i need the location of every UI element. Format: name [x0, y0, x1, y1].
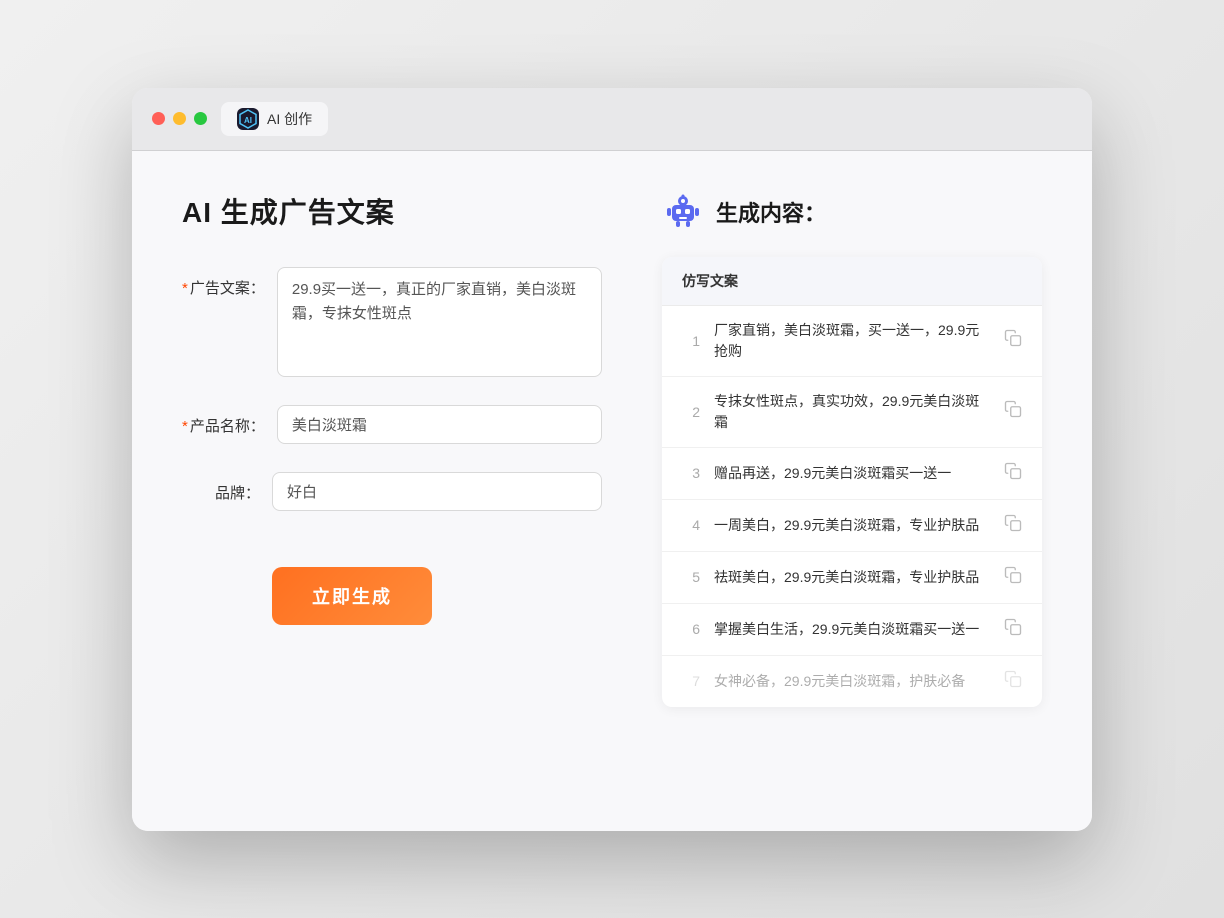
close-button[interactable]	[152, 112, 165, 125]
result-row: 4 一周美白，29.9元美白淡斑霜，专业护肤品	[662, 500, 1042, 552]
result-header: 生成内容：	[662, 191, 1042, 233]
row-number: 5	[682, 569, 700, 585]
row-text: 赠品再送，29.9元美白淡斑霜买一送一	[714, 463, 990, 484]
svg-text:AI: AI	[244, 116, 252, 125]
left-panel: AI 生成广告文案 *广告文案： *产品名称： 品	[182, 191, 602, 707]
product-group: *产品名称：	[182, 405, 602, 444]
copy-icon[interactable]	[1004, 670, 1022, 693]
browser-titlebar: AI AI 创作	[132, 88, 1092, 151]
copy-icon[interactable]	[1004, 566, 1022, 589]
result-row: 7 女神必备，29.9元美白淡斑霜，护肤必备	[662, 656, 1042, 707]
ai-tab-icon: AI	[237, 108, 259, 130]
generate-button[interactable]: 立即生成	[272, 567, 432, 625]
brand-group: 品牌：	[182, 472, 602, 511]
row-text: 女神必备，29.9元美白淡斑霜，护肤必备	[714, 671, 990, 692]
ad-copy-label: *广告文案：	[182, 267, 277, 298]
row-number: 1	[682, 333, 700, 349]
copy-icon[interactable]	[1004, 462, 1022, 485]
tab-label: AI 创作	[267, 109, 312, 129]
copy-icon[interactable]	[1004, 618, 1022, 641]
row-number: 7	[682, 673, 700, 689]
ad-copy-group: *广告文案：	[182, 267, 602, 377]
page-title: AI 生成广告文案	[182, 191, 602, 231]
traffic-lights	[152, 112, 207, 125]
maximize-button[interactable]	[194, 112, 207, 125]
ai-icon-svg: AI	[237, 108, 259, 130]
ai-tab[interactable]: AI AI 创作	[221, 102, 328, 136]
copy-icon[interactable]	[1004, 400, 1022, 423]
browser-window: AI AI 创作 AI 生成广告文案 *广告文案：	[132, 88, 1092, 831]
row-text: 祛斑美白，29.9元美白淡斑霜，专业护肤品	[714, 567, 990, 588]
robot-icon	[662, 191, 704, 233]
result-row: 1 厂家直销，美白淡斑霜，买一送一，29.9元抢购	[662, 306, 1042, 377]
product-required: *	[182, 418, 188, 435]
row-number: 4	[682, 517, 700, 533]
copy-icon[interactable]	[1004, 514, 1022, 537]
browser-content: AI 生成广告文案 *广告文案： *产品名称： 品	[132, 151, 1092, 831]
row-text: 掌握美白生活，29.9元美白淡斑霜买一送一	[714, 619, 990, 640]
result-rows-container: 1 厂家直销，美白淡斑霜，买一送一，29.9元抢购 2 专抹女性斑点，真实功效，29…	[662, 306, 1042, 707]
result-row: 5 祛斑美白，29.9元美白淡斑霜，专业护肤品	[662, 552, 1042, 604]
product-input[interactable]	[277, 405, 602, 444]
result-title: 生成内容：	[716, 196, 826, 228]
copy-icon[interactable]	[1004, 329, 1022, 352]
row-text: 一周美白，29.9元美白淡斑霜，专业护肤品	[714, 515, 990, 536]
row-number: 6	[682, 621, 700, 637]
product-label: *产品名称：	[182, 405, 277, 436]
result-table-header: 仿写文案	[662, 257, 1042, 306]
ad-copy-required: *	[182, 280, 188, 297]
row-text: 厂家直销，美白淡斑霜，买一送一，29.9元抢购	[714, 320, 990, 362]
row-number: 2	[682, 404, 700, 420]
result-table: 仿写文案 1 厂家直销，美白淡斑霜，买一送一，29.9元抢购 2 专抹女性斑点，真实…	[662, 257, 1042, 707]
brand-input[interactable]	[272, 472, 602, 511]
row-number: 3	[682, 465, 700, 481]
main-layout: AI 生成广告文案 *广告文案： *产品名称： 品	[182, 191, 1042, 707]
brand-label: 品牌：	[182, 472, 272, 503]
row-text: 专抹女性斑点，真实功效，29.9元美白淡斑霜	[714, 391, 990, 433]
minimize-button[interactable]	[173, 112, 186, 125]
right-panel: 生成内容： 仿写文案 1 厂家直销，美白淡斑霜，买一送一，29.9元抢购 2 专抹女…	[662, 191, 1042, 707]
ad-copy-input[interactable]	[277, 267, 602, 377]
result-row: 3 赠品再送，29.9元美白淡斑霜买一送一	[662, 448, 1042, 500]
result-row: 6 掌握美白生活，29.9元美白淡斑霜买一送一	[662, 604, 1042, 656]
result-row: 2 专抹女性斑点，真实功效，29.9元美白淡斑霜	[662, 377, 1042, 448]
